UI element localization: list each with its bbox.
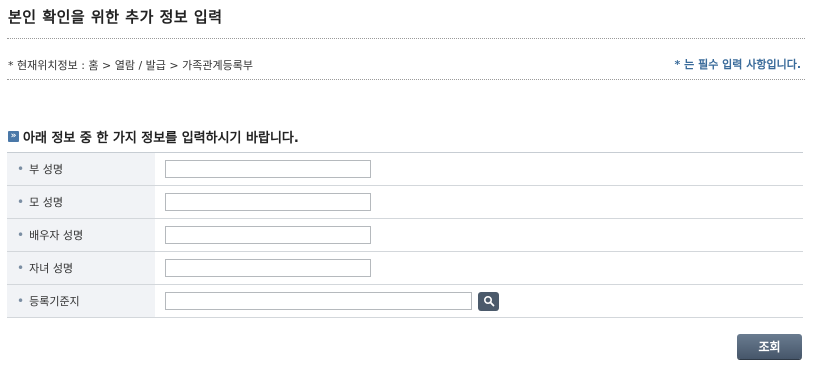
- father-name-input[interactable]: [165, 160, 371, 178]
- search-icon: [483, 295, 494, 307]
- info-form-table: • 부 성명 • 모 성명 • 배우자 성명 • 자녀 성명 • 등록기준지: [7, 152, 803, 318]
- field-label: • 등록기준지: [7, 285, 155, 317]
- field-input-cell: [155, 252, 803, 284]
- field-label-text: 부 성명: [29, 163, 63, 176]
- section-title: 아래 정보 중 한 가지 정보를 입력하시기 바랍니다.: [23, 131, 299, 146]
- field-label: • 자녀 성명: [7, 252, 155, 284]
- divider: [7, 79, 805, 80]
- field-label: • 배우자 성명: [7, 219, 155, 251]
- registry-place-input[interactable]: [165, 292, 472, 310]
- form-row-spouse: • 배우자 성명: [7, 219, 803, 252]
- breadcrumb: * 현재위치정보 : 홈 > 열람 / 발급 > 가족관계등록부: [8, 59, 253, 72]
- spouse-name-input[interactable]: [165, 226, 371, 244]
- section-header: » 아래 정보 중 한 가지 정보를 입력하시기 바랍니다.: [8, 127, 299, 146]
- field-label-text: 등록기준지: [29, 295, 80, 308]
- form-row-registry: • 등록기준지: [7, 285, 803, 318]
- bullet-icon: •: [17, 228, 25, 242]
- submit-button[interactable]: 조회: [737, 334, 802, 359]
- page-title: 본인 확인을 위한 추가 정보 입력: [8, 8, 223, 26]
- field-input-cell: [155, 186, 803, 218]
- search-button[interactable]: [478, 291, 499, 311]
- field-input-cell: [155, 219, 803, 251]
- field-input-cell: [155, 285, 803, 317]
- field-label-text: 배우자 성명: [29, 229, 84, 242]
- form-row-father: • 부 성명: [7, 153, 803, 186]
- field-input-cell: [155, 153, 803, 185]
- form-row-child: • 자녀 성명: [7, 252, 803, 285]
- child-name-input[interactable]: [165, 259, 371, 277]
- form-row-mother: • 모 성명: [7, 186, 803, 219]
- required-note: * 는 필수 입력 사항입니다.: [674, 58, 801, 71]
- field-label-text: 자녀 성명: [29, 262, 74, 275]
- divider: [7, 38, 805, 39]
- field-label-text: 모 성명: [29, 196, 63, 209]
- bullet-icon: •: [17, 195, 25, 209]
- field-label: • 부 성명: [7, 153, 155, 185]
- arrow-right-icon: »: [8, 131, 19, 142]
- field-label: • 모 성명: [7, 186, 155, 218]
- bullet-icon: •: [17, 294, 25, 308]
- mother-name-input[interactable]: [165, 193, 371, 211]
- bullet-icon: •: [17, 261, 25, 275]
- bullet-icon: •: [17, 162, 25, 176]
